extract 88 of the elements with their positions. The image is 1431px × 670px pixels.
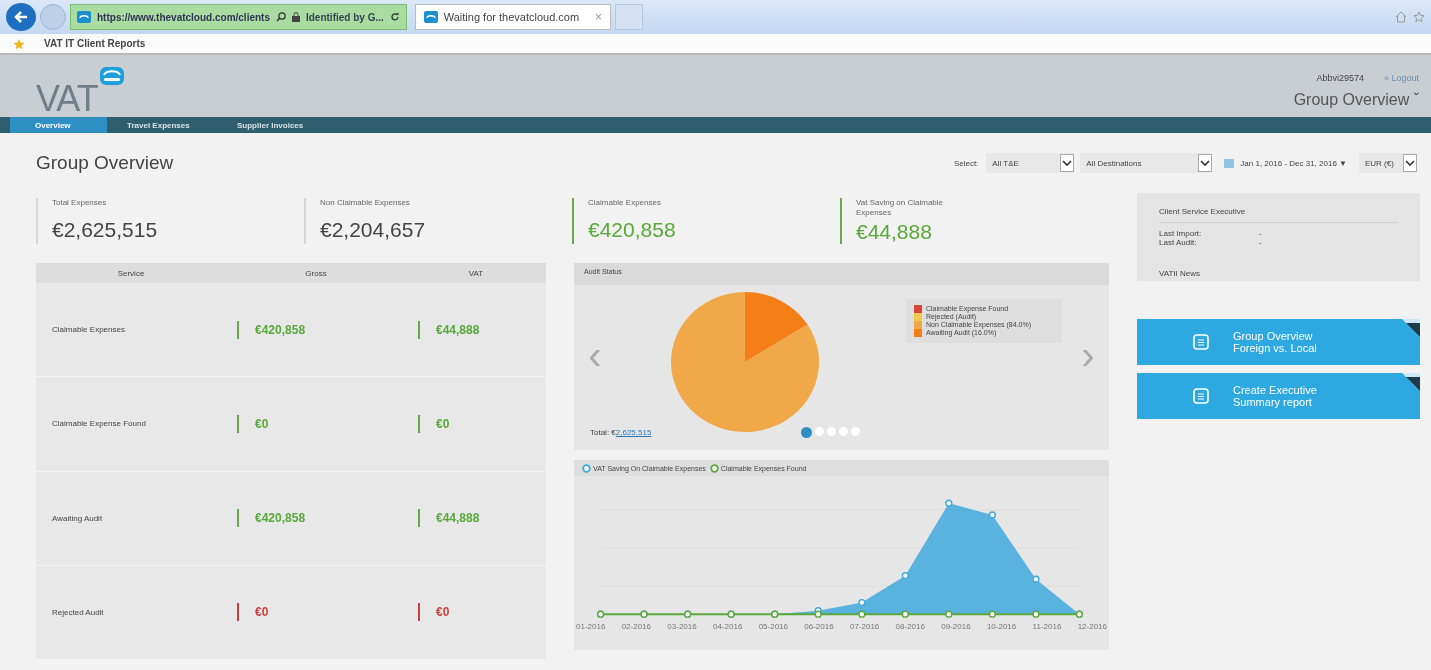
table-cell: €44,888 (418, 320, 562, 339)
axis-label: 02-2016 (621, 622, 651, 631)
total-label: Total: € (590, 428, 616, 437)
axis-label: 09-2016 (941, 622, 971, 631)
cloud-icon (99, 67, 124, 85)
axis-label: 05-2016 (758, 622, 788, 631)
logo-text: VAT (36, 79, 98, 119)
total-link[interactable]: 2,625,515 (615, 428, 652, 437)
address-bar[interactable]: https://www.thevatcloud.com/clients Identified by G... (70, 4, 407, 30)
kpi-label: Non Claimable Expenses (320, 198, 411, 208)
column-header: VAT (467, 268, 485, 278)
tab-title: Waiting for thevatcloud.com (443, 11, 580, 23)
date-range-picker[interactable]: Jan 1, 2016 - Dec 31, 2016 ▼ (1218, 153, 1353, 173)
panel-title: Client Service Executive (1159, 207, 1398, 223)
refresh-icon (389, 12, 400, 22)
search-icon (276, 12, 286, 22)
kpi-value: €2,625,515 (52, 218, 159, 242)
axis-label: 01-2016 (576, 622, 606, 631)
table-cell-text: Claimable Expense Found (52, 419, 147, 429)
back-arrow-icon (13, 10, 29, 24)
identity-text: Identified by G... (306, 11, 384, 23)
field-value: - (1259, 238, 1262, 247)
axis-label: 10-2016 (986, 622, 1017, 631)
field-value: - (1259, 229, 1262, 238)
axis-label: 08-2016 (895, 622, 925, 631)
calendar-icon (1224, 158, 1235, 168)
kpi-label: Vat Saving on Claimable Expenses (856, 198, 944, 218)
table-cell-text: Awaiting Audit (52, 513, 104, 523)
kpi-label: Total Expenses (52, 198, 108, 208)
axis-label: 03-2016 (667, 622, 697, 631)
filter-dropdown[interactable]: All T&E (986, 153, 1075, 173)
site-icon (423, 11, 438, 23)
page-corner-icon (1402, 373, 1420, 391)
table-cell: €0 (418, 603, 562, 622)
kpi-label: Claimable Expenses (588, 198, 662, 208)
nav-tab[interactable]: Overview (10, 117, 107, 133)
table-cell-text: Rejected Audit (52, 607, 105, 617)
axis-label: 07-2016 (849, 622, 880, 631)
page-dot[interactable] (815, 427, 825, 436)
column-header: Gross (304, 268, 328, 278)
chevron-down-icon (1198, 154, 1213, 172)
favorites-star-icon (12, 37, 26, 50)
page-dot[interactable] (851, 427, 861, 436)
new-tab-button[interactable] (615, 4, 644, 30)
view-dropdown[interactable]: Group Overview ˇ (1293, 91, 1419, 109)
forward-button[interactable] (40, 4, 66, 30)
table-cell: €0 (237, 414, 418, 433)
site-icon (77, 11, 91, 23)
table-cell: €0 (237, 603, 418, 622)
home-icon (1395, 11, 1407, 23)
lock-icon (292, 12, 300, 22)
table-cell: €44,888 (418, 509, 562, 528)
page-title: Group Overview (36, 152, 174, 174)
nav-tab[interactable]: Travel Expenses (107, 117, 217, 133)
table-cell-text: Claimable Expenses (52, 325, 126, 335)
axis-label: 12-2016 (1077, 622, 1107, 631)
document-icon (1193, 334, 1209, 350)
page-corner-icon (1402, 319, 1420, 337)
filter-label: Select: (953, 158, 979, 168)
axis-label: 11-2016 (1032, 622, 1062, 631)
user-name: Abbvi29574 (1316, 73, 1364, 83)
url-text: https://www.thevatcloud.com/clients (97, 11, 270, 23)
axis-label: 04-2016 (712, 622, 743, 631)
field-label: Last Import: (1159, 229, 1203, 238)
column-header: Service (116, 268, 146, 278)
news-heading: VATII News (1159, 269, 1202, 278)
axis-label: 06-2016 (804, 622, 834, 631)
table-cell: €420,858 (237, 509, 418, 528)
table-cell: €0 (418, 414, 562, 433)
page-dot[interactable] (839, 427, 849, 436)
document-icon (1193, 388, 1209, 404)
filter-dropdown[interactable]: All Destinations (1080, 153, 1213, 173)
favorites-link[interactable]: VAT IT Client Reports (44, 38, 146, 49)
kpi-value: €2,204,657 (320, 218, 427, 242)
chevron-down-icon (1060, 154, 1075, 172)
star-icon (1413, 11, 1425, 23)
chevron-down-icon (1403, 154, 1417, 172)
page-dot[interactable] (827, 427, 837, 436)
browser-tab[interactable]: Waiting for thevatcloud.com × (414, 4, 612, 30)
table-cell: €420,858 (237, 320, 418, 339)
page-dot[interactable] (801, 427, 813, 438)
nav-tab[interactable]: Supplier Invoices (217, 117, 324, 133)
close-tab-button[interactable]: × (595, 10, 603, 24)
kpi-value: €44,888 (856, 220, 933, 244)
back-button[interactable] (6, 3, 36, 31)
kpi-value: €420,858 (588, 218, 677, 242)
field-label: Last Audit: (1159, 238, 1198, 247)
filter-dropdown[interactable]: EUR (€) (1359, 153, 1417, 173)
